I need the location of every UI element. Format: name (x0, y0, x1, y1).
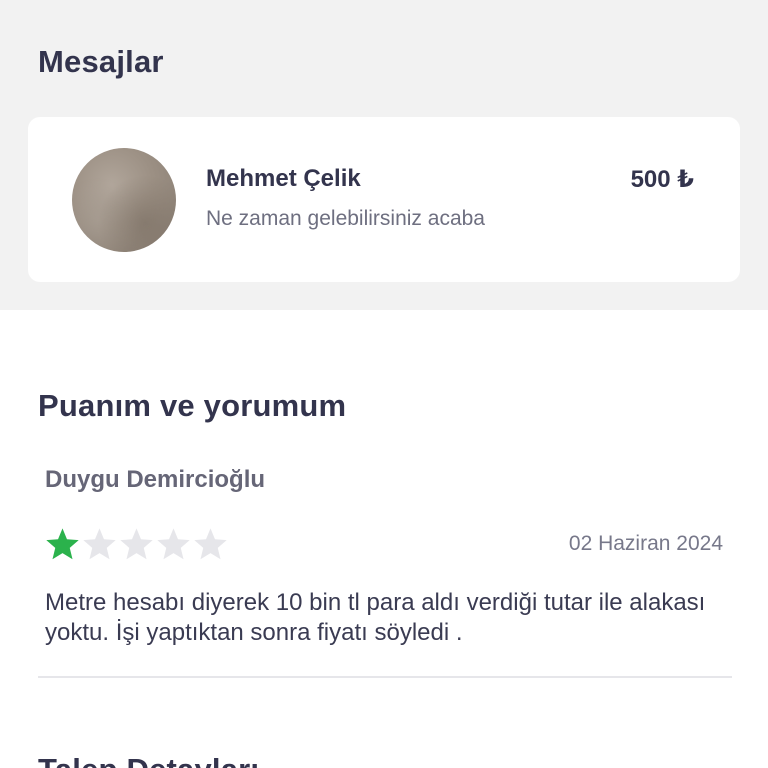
star-empty-icon (120, 528, 153, 560)
avatar (72, 148, 176, 252)
avatar-photo-icon (72, 148, 176, 252)
request-details-title: Talep Detayları (38, 752, 259, 768)
star-filled-icon (46, 528, 79, 560)
message-sender-name: Mehmet Çelik (206, 165, 361, 192)
reviewer-name: Duygu Demircioğlu (45, 466, 266, 493)
review-text: Metre hesabı diyerek 10 bin tl para aldı… (45, 589, 706, 646)
star-rating (44, 526, 229, 564)
message-card[interactable]: Mehmet Çelik 500 ₺ Ne zaman gelebilirsin… (28, 117, 740, 282)
messages-section: Mesajlar Mehmet Çelik 500 ₺ Ne zaman gel… (0, 0, 768, 310)
star-empty-icon (157, 528, 190, 560)
messages-title: Mesajlar (38, 44, 164, 79)
review-date: 02 Haziran 2024 (568, 532, 723, 555)
star-empty-icon (194, 528, 227, 560)
message-price: 500 ₺ (630, 166, 694, 193)
message-preview: Ne zaman gelebilirsiniz acaba (206, 207, 485, 230)
star-empty-icon (83, 528, 116, 560)
reviews-title: Puanım ve yorumum (38, 388, 347, 423)
divider (38, 676, 732, 678)
